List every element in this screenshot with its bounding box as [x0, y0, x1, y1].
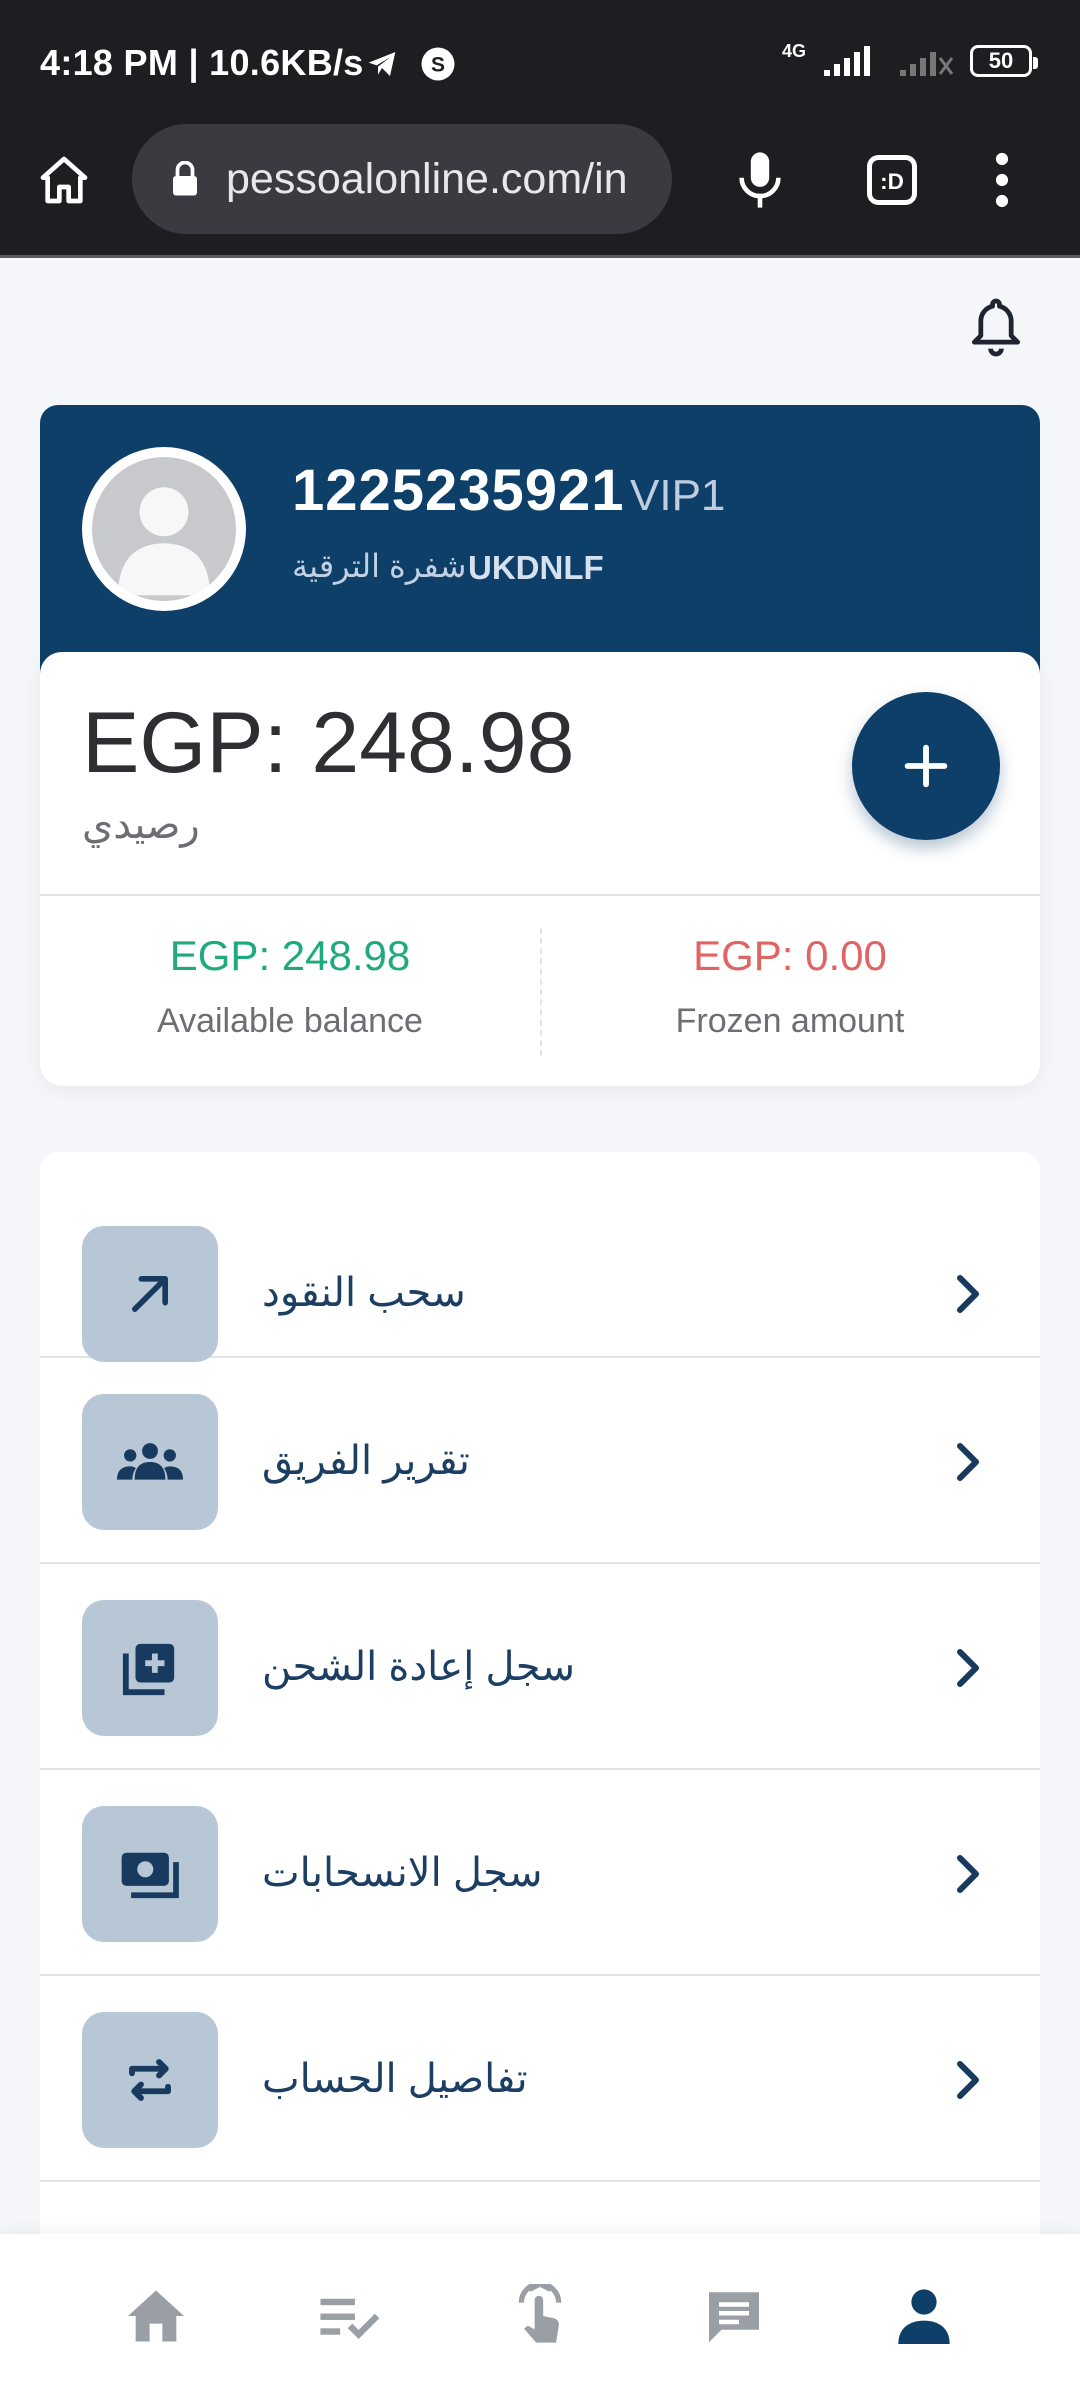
chevron-right-icon	[957, 1855, 979, 1893]
add-box-icon	[122, 1643, 175, 1696]
vip-level: VIP1	[630, 471, 726, 520]
chat-icon	[709, 2292, 759, 2343]
plus-icon	[904, 744, 948, 788]
status-time-speed: 4:18 PM | 10.6KB/s	[40, 42, 364, 83]
svg-text:S: S	[431, 54, 445, 77]
menu-item-withdraw[interactable]: سحب النقود	[40, 1152, 1040, 1362]
available-balance: EGP: 248.98 Available balance	[40, 932, 540, 1041]
menu-item-label: تفاصيل الحساب	[262, 2057, 528, 2101]
browser-toolbar: pessoalonline.com/in :D	[0, 124, 1080, 258]
avatar[interactable]	[82, 447, 246, 611]
balance-amount: EGP: 248.98	[82, 695, 575, 791]
bottom-navigation	[0, 2234, 1080, 2400]
nav-tap[interactable]	[500, 2276, 580, 2356]
notification-button[interactable]	[970, 296, 1030, 362]
menu-item-label: سجل إعادة الشحن	[262, 1645, 576, 1689]
battery-icon: 50	[970, 45, 1038, 77]
balance-card: EGP: 248.98 رصيدي EGP: 248.98 Available …	[40, 652, 1040, 1086]
tap-icon	[518, 2284, 562, 2343]
nav-messages[interactable]	[694, 2276, 774, 2356]
divider	[40, 894, 1040, 896]
chevron-right-icon	[957, 1275, 979, 1313]
chevron-right-icon	[957, 2061, 979, 2099]
nav-profile[interactable]	[884, 2276, 964, 2356]
team-icon	[117, 1443, 183, 1480]
menu-item-label: سجل الانسحابات	[262, 1851, 543, 1895]
nav-home[interactable]	[116, 2276, 196, 2356]
recharge-button[interactable]	[852, 692, 1000, 840]
tab-switcher-icon: :D	[867, 155, 917, 205]
default-avatar-icon	[117, 487, 211, 596]
more-vert-icon	[995, 152, 1009, 208]
home-button[interactable]	[32, 148, 96, 212]
frozen-amount: EGP: 0.00	[693, 932, 887, 979]
arrow-up-right-icon	[132, 1276, 168, 1312]
chevron-right-icon	[957, 1649, 979, 1687]
lock-icon	[173, 161, 197, 196]
svg-text::D: :D	[880, 169, 904, 194]
menu-item-recharge-record[interactable]: سجل إعادة الشحن	[40, 1564, 1040, 1770]
menu-item-label: تقرير الفريق	[262, 1439, 470, 1483]
menu-item-label: سحب النقود	[262, 1271, 466, 1315]
invite-code[interactable]: UKDNLF	[468, 549, 604, 587]
person-icon	[898, 2289, 950, 2344]
swap-icon	[129, 2059, 171, 2101]
available-label: Available balance	[157, 1002, 423, 1040]
bell-icon	[971, 298, 1021, 357]
signal-off-icon	[900, 52, 954, 76]
available-amount: EGP: 248.98	[169, 932, 411, 979]
menu-item-team-report[interactable]: تقرير الفريق	[40, 1358, 1040, 1564]
voice-search-button[interactable]	[728, 148, 792, 212]
frozen-label: Frozen amount	[675, 1002, 905, 1040]
signal-icon	[824, 46, 870, 76]
telegram-icon	[368, 52, 396, 76]
menu-item-withdrawal-record[interactable]: سجل الانسحابات	[40, 1770, 1040, 1976]
browser-menu-button[interactable]	[970, 148, 1034, 212]
balance-label: رصيدي	[82, 803, 200, 847]
status-bar: 4:18 PM | 10.6KB/s S 4G 50	[0, 0, 1080, 124]
menu-item-account-details[interactable]: تفاصيل الحساب	[40, 1976, 1040, 2182]
network-type: 4G	[781, 40, 806, 61]
chevron-right-icon	[957, 1443, 979, 1481]
frozen-balance: EGP: 0.00 Frozen amount	[540, 932, 1040, 1041]
home-outline-icon	[40, 156, 88, 204]
menu-list: سحب النقود تقرير الفريق سجل إعادة الشحن …	[40, 1152, 1040, 2252]
invite-code-label: شفرة الترقية	[292, 548, 467, 584]
address-bar[interactable]: pessoalonline.com/in	[132, 124, 672, 234]
checklist-icon	[320, 2298, 380, 2339]
s-badge-icon: S	[421, 47, 455, 81]
nav-tasks[interactable]	[310, 2276, 390, 2356]
wallet-icon	[121, 1852, 179, 1899]
home-icon	[128, 2290, 184, 2342]
url-text: pessoalonline.com/in	[226, 154, 628, 203]
microphone-icon	[739, 152, 781, 208]
tabs-button[interactable]: :D	[860, 148, 924, 212]
user-id: 1225235921	[292, 458, 625, 523]
